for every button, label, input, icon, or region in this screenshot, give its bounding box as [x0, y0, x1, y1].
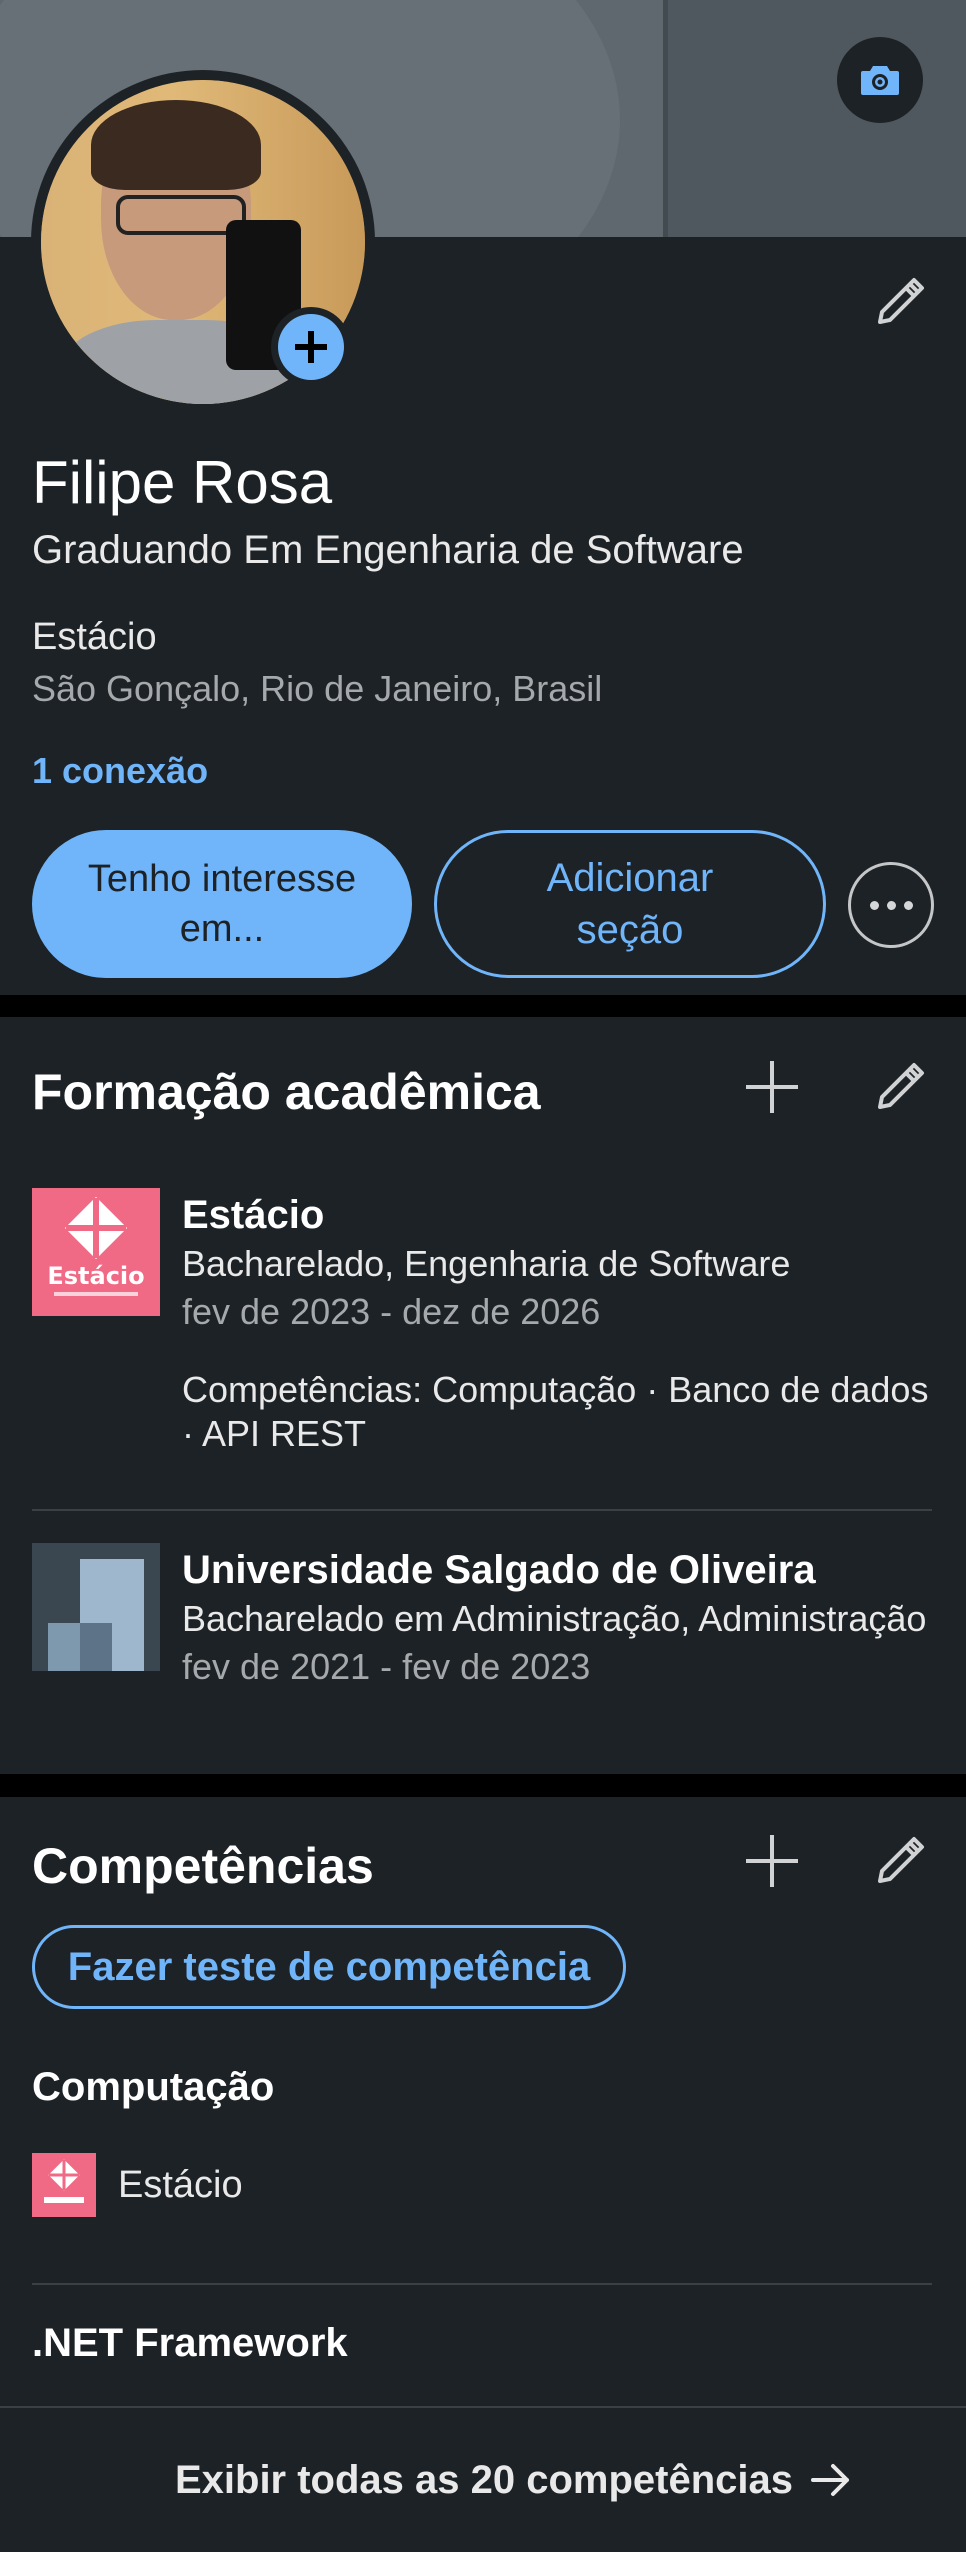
arrow-right-icon [811, 2464, 850, 2496]
education-degree: Bacharelado, Engenharia de Software [182, 1243, 791, 1284]
estacio-logo: Estácio [32, 1188, 160, 1316]
divider [32, 1509, 932, 1511]
more-button[interactable] [848, 862, 934, 948]
pencil-icon [878, 1063, 924, 1109]
profile-location: São Gonçalo, Rio de Janeiro, Brasil [32, 668, 603, 709]
education-item[interactable]: Universidade Salgado de Oliveira Bachare… [32, 1543, 932, 1753]
skill-name[interactable]: .NET Framework [32, 2321, 348, 2366]
connections-link[interactable]: 1 conexão [32, 750, 208, 792]
logo-text: Estácio [47, 1262, 144, 1290]
plus-icon [746, 1835, 798, 1887]
add-education-button[interactable] [736, 1051, 808, 1123]
edit-education-button[interactable] [864, 1051, 936, 1123]
profile-name: Filipe Rosa [32, 449, 333, 516]
education-item[interactable]: Estácio Estácio Bacharelado, Engenharia … [32, 1188, 932, 1488]
skills-section: Competências Fazer teste de competência … [0, 1797, 966, 2552]
profile-card: Filipe Rosa Graduando Em Engenharia de S… [0, 0, 966, 995]
add-skill-button[interactable] [736, 1825, 808, 1897]
education-dates: fev de 2023 - dez de 2026 [182, 1291, 601, 1332]
education-dates: fev de 2021 - fev de 2023 [182, 1646, 591, 1687]
show-all-label: Exibir todas as 20 competências [174, 2457, 794, 2502]
pencil-icon [878, 278, 924, 324]
divider [32, 2283, 932, 2285]
skill-source: Estácio [32, 2153, 243, 2217]
skill-name[interactable]: Computação [32, 2065, 274, 2110]
profile-headline: Graduando Em Engenharia de Software [32, 528, 744, 572]
show-all-skills-button[interactable]: Exibir todas as 20 competências [0, 2406, 966, 2552]
profile-organization: Estácio [32, 616, 157, 658]
camera-icon [861, 66, 899, 95]
section-title-education: Formação acadêmica [32, 1064, 541, 1120]
education-school: Estácio [182, 1193, 325, 1237]
plus-icon [295, 331, 327, 363]
edit-banner-button[interactable] [837, 37, 923, 123]
plus-icon [746, 1061, 798, 1113]
education-section: Formação acadêmica Estácio Estácio Bacha… [0, 1017, 966, 1774]
university-logo [32, 1543, 160, 1671]
skill-assessment-button[interactable]: Fazer teste de competência [32, 1925, 626, 2009]
add-photo-button[interactable] [271, 307, 351, 387]
more-icon [869, 900, 913, 910]
estacio-logo [32, 2153, 96, 2217]
edit-skills-button[interactable] [864, 1825, 936, 1897]
skill-source-label: Estácio [118, 2163, 243, 2206]
education-degree: Bacharelado em Administração, Administra… [182, 1598, 927, 1639]
education-skills: Competências: Computação · Banco de dado… [182, 1369, 929, 1454]
edit-intro-button[interactable] [868, 270, 932, 334]
section-title-skills: Competências [32, 1838, 374, 1894]
education-school: Universidade Salgado de Oliveira [182, 1548, 816, 1592]
open-to-button[interactable]: Tenho interesse em... [32, 830, 412, 978]
pencil-icon [878, 1837, 924, 1883]
add-section-button[interactable]: Adicionar seção [434, 830, 826, 978]
